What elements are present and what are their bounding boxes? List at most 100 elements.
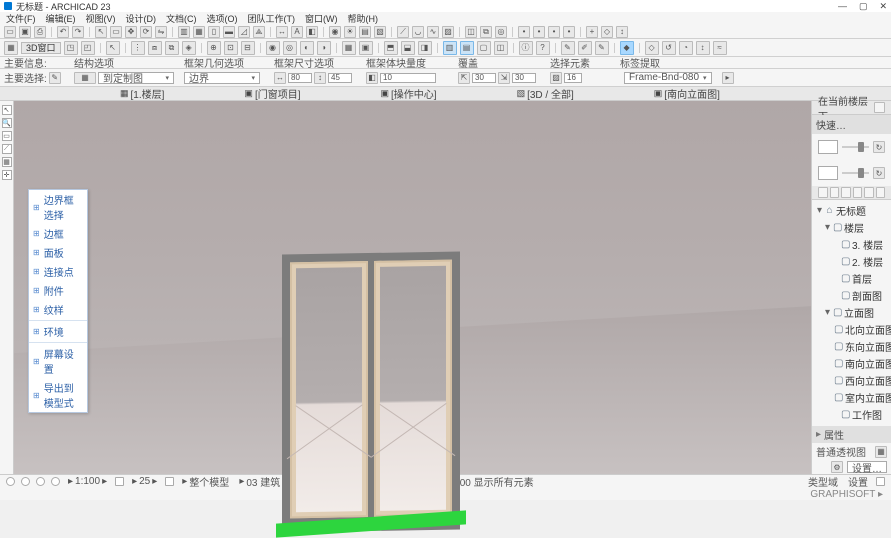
infobox-more-icon[interactable]: ▸: [722, 72, 734, 84]
menu-teamwork[interactable]: 团队工作(T): [244, 12, 300, 25]
theme-slider-1[interactable]: [842, 146, 869, 148]
menu-window[interactable]: 窗口(W): [301, 12, 342, 25]
dim-h-field[interactable]: 45: [328, 73, 352, 83]
section-icon[interactable]: ▤: [359, 26, 371, 38]
view3d-button[interactable]: 3D窗口: [21, 42, 61, 54]
frame-id-dropdown[interactable]: Frame-Bnd-080: [624, 72, 712, 84]
redo-icon[interactable]: ↷: [72, 26, 84, 38]
tree-elev-e[interactable]: ▢东向立面图 (自动重…: [814, 338, 891, 355]
draw-b-icon[interactable]: ✐: [578, 41, 592, 55]
cam-a-icon[interactable]: ◉: [266, 41, 280, 55]
snap-b-icon[interactable]: ⊡: [224, 41, 238, 55]
shade-c-icon[interactable]: ▢: [477, 41, 491, 55]
nav-d-icon[interactable]: [876, 187, 886, 198]
geo-dropdown[interactable]: 边界: [184, 72, 260, 84]
sb-whole[interactable]: ▸ 整个模型: [180, 474, 231, 489]
move-icon[interactable]: ✥: [125, 26, 137, 38]
ov1-field[interactable]: 30: [472, 73, 496, 83]
misc-a-icon[interactable]: ◇: [645, 41, 659, 55]
beam-icon[interactable]: ▬: [223, 26, 235, 38]
ov2-field[interactable]: 30: [512, 73, 536, 83]
disp-a-icon[interactable]: ▦: [342, 41, 356, 55]
dim-h-icon[interactable]: ↕: [314, 72, 326, 84]
cam-d-icon[interactable]: ◑: [317, 41, 331, 55]
sb-type[interactable]: 类型域: [806, 474, 840, 489]
rotate-icon[interactable]: ⟳: [140, 26, 152, 38]
draw-a-icon[interactable]: ✎: [561, 41, 575, 55]
hilite-icon[interactable]: ◆: [620, 41, 634, 55]
tree-interior[interactable]: ▢室内立面图: [814, 389, 891, 406]
dimension-icon[interactable]: ↔: [276, 26, 288, 38]
new-icon[interactable]: ▭: [4, 26, 16, 38]
arc-icon[interactable]: ◡: [412, 26, 424, 38]
column-icon[interactable]: ▯: [208, 26, 220, 38]
lamp-icon[interactable]: ◎: [495, 26, 507, 38]
misc-d-icon[interactable]: ↕: [696, 41, 710, 55]
menu-file[interactable]: 文件(F): [2, 12, 40, 25]
tab-elev[interactable]: ▣ [南向立面图]: [654, 86, 720, 101]
popup-item-frame[interactable]: 边框: [29, 224, 87, 243]
zone-icon[interactable]: ◫: [465, 26, 477, 38]
view2d-icon[interactable]: ▦: [4, 41, 18, 55]
popup-item-attach[interactable]: 附件: [29, 281, 87, 300]
select-sub-icon[interactable]: ↖: [106, 41, 120, 55]
navigator-tree[interactable]: ▾⌂无标题 ▾▢楼层 ▢3. 楼层 ▢2. 楼层 ▢首层 ▢剖面图 ▾▢立面图 …: [812, 200, 891, 426]
lt-grid-icon[interactable]: ▦: [2, 157, 12, 167]
nav-fwd-icon[interactable]: [830, 187, 840, 198]
sb-zoomfit-icon[interactable]: [21, 477, 30, 486]
infobox-struct-icon[interactable]: ▦: [74, 72, 96, 84]
label-icon[interactable]: ◧: [306, 26, 318, 38]
camera-icon[interactable]: ◉: [329, 26, 341, 38]
popup-item-export[interactable]: 导出到模型式: [29, 378, 87, 412]
sb-dim[interactable]: ▸ 25 ▸: [130, 476, 159, 487]
sun-icon[interactable]: ☀: [344, 26, 356, 38]
nav-b-icon[interactable]: [853, 187, 863, 198]
panel-close-icon[interactable]: [874, 102, 885, 113]
disp-b-icon[interactable]: ▣: [359, 41, 373, 55]
misc-c-icon[interactable]: ◔: [679, 41, 693, 55]
slab-icon[interactable]: ▦: [193, 26, 205, 38]
tree-floor-1[interactable]: ▢首层: [814, 270, 891, 287]
sb-orbit-icon[interactable]: [165, 477, 174, 486]
sb-zoomin-icon[interactable]: [36, 477, 45, 486]
tool-a-icon[interactable]: •: [518, 26, 530, 38]
tab-floor[interactable]: [1.楼层]: [120, 86, 164, 101]
popup-item-screen[interactable]: 屏幕设置: [29, 344, 87, 378]
popup-item-panel[interactable]: 面板: [29, 243, 87, 262]
popup-item-boundsel[interactable]: 边界框选择: [29, 190, 87, 224]
info-b-icon[interactable]: ?: [536, 41, 550, 55]
lt-measure-icon[interactable]: ⟋: [2, 144, 12, 154]
tree-root[interactable]: ▾⌂无标题: [814, 202, 891, 219]
tree-elev-w[interactable]: ▢西向立面图 (自动重…: [814, 372, 891, 389]
theme-refresh-2-icon[interactable]: ↻: [873, 167, 885, 179]
sb-right-icon[interactable]: [876, 477, 885, 486]
tree-elev-n[interactable]: ▢北向立面图 (自动重…: [814, 321, 891, 338]
sb-pan-icon[interactable]: [115, 477, 124, 486]
persp-icon[interactable]: ◳: [64, 41, 78, 55]
tab-oper[interactable]: ▣ [操作中心]: [381, 86, 437, 101]
popup-item-pattern[interactable]: 纹样: [29, 300, 87, 319]
ov1-icon[interactable]: ⇱: [458, 72, 470, 84]
tool-b-icon[interactable]: •: [533, 26, 545, 38]
roof-icon[interactable]: ◿: [238, 26, 250, 38]
tree-worksheet[interactable]: ▢工作图: [814, 406, 891, 423]
menu-help[interactable]: 帮助(H): [344, 12, 383, 25]
lt-arrow-icon[interactable]: ↖: [2, 105, 12, 115]
sb-show[interactable]: ▸ 00 显示所有元素: [451, 474, 536, 489]
vm-icon[interactable]: ◧: [366, 72, 378, 84]
wall-icon[interactable]: ▥: [178, 26, 190, 38]
popup-item-env[interactable]: 环境: [29, 322, 87, 341]
3d-viewport[interactable]: 边界框选择 边框 面板 连接点 附件 纹样 环境 屏幕设置 导出到模型式: [14, 101, 811, 474]
theme-refresh-1-icon[interactable]: ↻: [873, 141, 885, 153]
snap-a-icon[interactable]: ⊕: [207, 41, 221, 55]
menu-edit[interactable]: 编辑(E): [42, 12, 80, 25]
tool-e-icon[interactable]: +: [586, 26, 598, 38]
dim-w-icon[interactable]: ↔: [274, 72, 286, 84]
settings-button[interactable]: 设置…: [847, 461, 887, 473]
shade-b-icon[interactable]: ▤: [460, 41, 474, 55]
theme-slider-2[interactable]: [842, 172, 869, 174]
close-button[interactable]: ✕: [879, 1, 887, 12]
tree-elev-s[interactable]: ▢南向立面图 (自动重…: [814, 355, 891, 372]
misc-b-icon[interactable]: ↺: [662, 41, 676, 55]
draw-c-icon[interactable]: ✎: [595, 41, 609, 55]
